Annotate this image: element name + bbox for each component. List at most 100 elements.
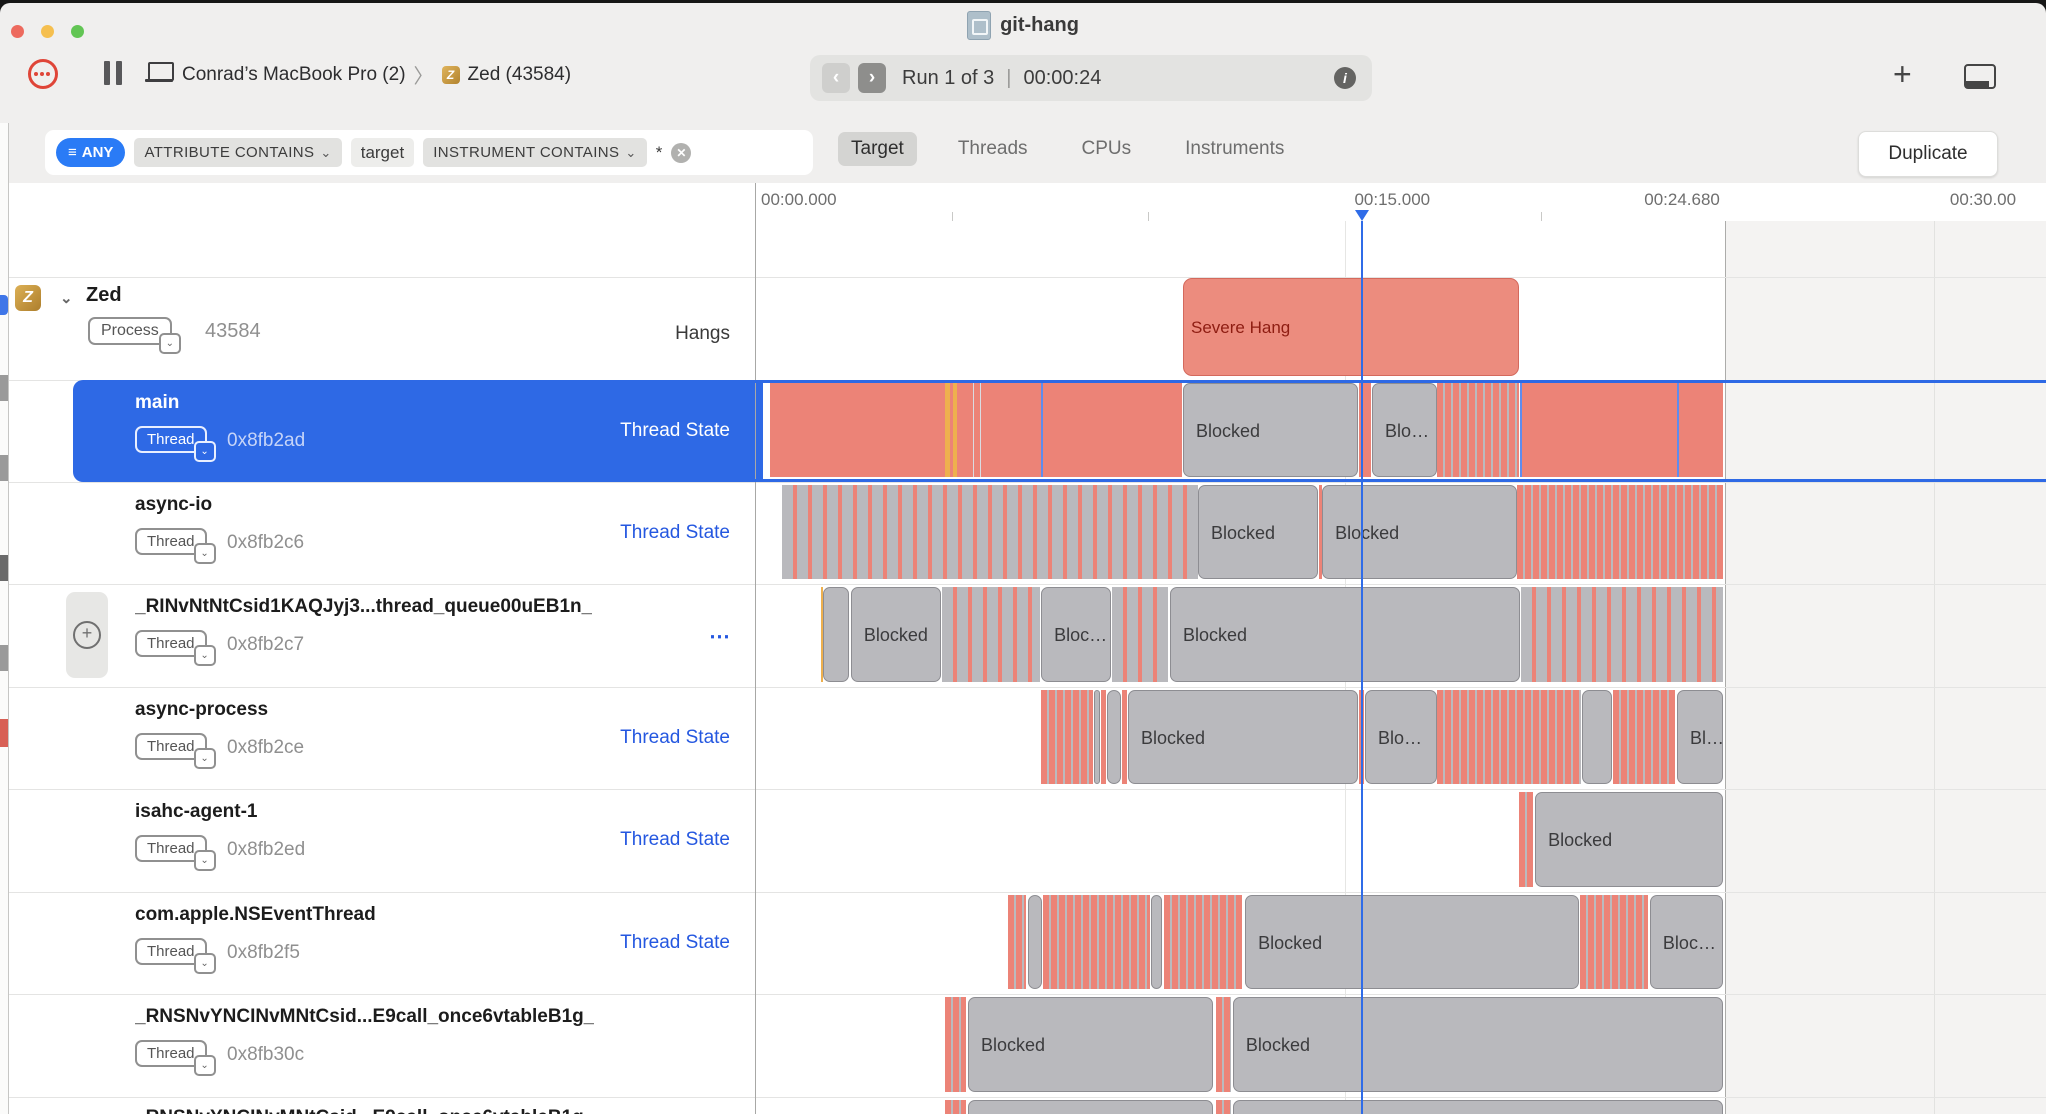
blocked-segment[interactable] bbox=[1094, 690, 1100, 784]
toggle-bottom-panel-icon[interactable] bbox=[1964, 64, 1996, 89]
mixed-state-segment[interactable] bbox=[942, 587, 1040, 682]
blocked-segment[interactable]: Blocked bbox=[1245, 895, 1579, 989]
track-timeline[interactable] bbox=[755, 1097, 2046, 1114]
thread-track-header[interactable]: _RNSNvYNCINvMNtCsid...E9call_once6vtable… bbox=[8, 994, 755, 1097]
chevron-down-icon[interactable]: ⌄ bbox=[194, 953, 216, 974]
running-segment[interactable] bbox=[1101, 690, 1106, 784]
blocked-segment[interactable] bbox=[1107, 690, 1121, 784]
playhead-handle-icon[interactable] bbox=[1355, 210, 1369, 221]
thread-track-header[interactable]: mainThread⌄0x8fb2adThread State bbox=[8, 380, 755, 482]
running-striped-segment[interactable] bbox=[1164, 895, 1243, 989]
thread-kind-pill[interactable]: Thread⌄ bbox=[135, 938, 207, 965]
pause-button[interactable] bbox=[104, 61, 122, 85]
device-name[interactable]: Conrad’s MacBook Pro (2) bbox=[182, 64, 406, 86]
thread-kind-pill[interactable]: Thread⌄ bbox=[135, 733, 207, 760]
blocked-segment[interactable] bbox=[823, 587, 849, 682]
running-striped-segment[interactable] bbox=[1580, 895, 1648, 989]
info-icon[interactable]: i bbox=[1334, 67, 1356, 89]
process-track-header[interactable]: Z⌄ZedProcess⌄43584Hangs bbox=[8, 277, 755, 380]
running-segment[interactable] bbox=[957, 383, 972, 477]
tab-target[interactable]: Target bbox=[838, 132, 917, 166]
running-striped-segment[interactable] bbox=[945, 1100, 966, 1114]
track-detail-link[interactable]: Thread State bbox=[620, 829, 730, 851]
tab-cpus[interactable]: CPUs bbox=[1069, 132, 1145, 166]
blocked-segment[interactable] bbox=[1582, 690, 1612, 784]
mixed-state-segment[interactable] bbox=[1112, 587, 1168, 682]
blocked-segment[interactable]: Blocked bbox=[851, 587, 941, 682]
running-segment[interactable] bbox=[770, 383, 945, 477]
blocked-segment[interactable]: Blocked bbox=[1198, 485, 1318, 579]
process-name[interactable]: Zed (43584) bbox=[468, 64, 572, 86]
thread-track-header[interactable]: com.apple.NSEventThreadThread⌄0x8fb2f5Th… bbox=[8, 892, 755, 994]
track-detail-link[interactable]: Thread State bbox=[620, 932, 730, 954]
running-striped-segment[interactable] bbox=[1043, 895, 1150, 989]
next-run-button[interactable]: › bbox=[858, 63, 886, 93]
blocked-segment[interactable] bbox=[1028, 895, 1042, 989]
add-track-button[interactable]: + bbox=[66, 592, 108, 678]
running-segment[interactable] bbox=[1522, 383, 1677, 477]
process-kind-pill[interactable]: Process⌄ bbox=[88, 317, 172, 345]
blocked-segment[interactable]: Blo… bbox=[1372, 383, 1437, 477]
mixed-state-segment[interactable] bbox=[782, 485, 1198, 579]
blocked-segment[interactable] bbox=[1233, 1100, 1723, 1114]
chevron-down-icon[interactable]: ⌄ bbox=[194, 441, 216, 462]
more-ellipsis-button[interactable]: ⋯ bbox=[709, 624, 730, 649]
track-detail-link[interactable]: Thread State bbox=[620, 727, 730, 749]
chevron-down-icon[interactable]: ⌄ bbox=[194, 1055, 216, 1076]
blocked-segment[interactable] bbox=[968, 1100, 1213, 1114]
blocked-segment[interactable]: Bloc… bbox=[1041, 587, 1111, 682]
chevron-down-icon[interactable]: ⌄ bbox=[194, 543, 216, 564]
attribute-contains-token[interactable]: ATTRIBUTE CONTAINS ⌄ bbox=[134, 138, 341, 167]
add-instrument-button[interactable]: + bbox=[1893, 56, 1912, 93]
timeline-ruler[interactable]: 00:00.00000:15.00000:24.68000:30.00 bbox=[0, 183, 2046, 222]
running-segment[interactable] bbox=[1043, 383, 1182, 477]
running-striped-segment[interactable] bbox=[1008, 895, 1026, 989]
filter-field[interactable]: ≡ ANY ATTRIBUTE CONTAINS ⌄ target INSTRU… bbox=[45, 130, 813, 175]
chevron-down-icon[interactable]: ⌄ bbox=[159, 333, 181, 354]
thread-kind-pill[interactable]: Thread⌄ bbox=[135, 1040, 207, 1067]
playhead-line[interactable] bbox=[1361, 221, 1363, 1114]
blocked-segment[interactable]: Blocked bbox=[1128, 690, 1358, 784]
blocked-segment[interactable]: Blocked bbox=[1233, 997, 1723, 1092]
running-striped-segment[interactable] bbox=[1519, 792, 1533, 887]
match-any-pill[interactable]: ≡ ANY bbox=[56, 138, 125, 167]
severe-hang-interval[interactable]: Severe Hang bbox=[1183, 278, 1519, 376]
blocked-segment[interactable]: Blo… bbox=[1365, 690, 1437, 784]
thread-kind-pill[interactable]: Thread⌄ bbox=[135, 630, 207, 657]
blocked-segment[interactable]: Bl… bbox=[1677, 690, 1723, 784]
track-timeline[interactable]: Blocked Bloc… Blocked bbox=[755, 584, 2046, 687]
thread-track-header[interactable]: _RNSNvYNCINvMNtCsid...E9call_once6vtable… bbox=[8, 1097, 755, 1114]
disclosure-chevron-icon[interactable]: ⌄ bbox=[60, 289, 73, 307]
running-striped-segment[interactable] bbox=[1517, 485, 1723, 579]
blocked-segment[interactable]: Blocked bbox=[1535, 792, 1723, 887]
tab-threads[interactable]: Threads bbox=[945, 132, 1041, 166]
mixed-state-segment[interactable] bbox=[1521, 587, 1723, 682]
tab-instruments[interactable]: Instruments bbox=[1172, 132, 1297, 166]
track-timeline[interactable]: BlockedBloc… bbox=[755, 892, 2046, 994]
running-striped-segment[interactable] bbox=[1437, 690, 1581, 784]
track-timeline[interactable]: Severe Hang bbox=[755, 277, 2046, 380]
track-timeline[interactable]: BlockedBlocked bbox=[755, 994, 2046, 1097]
chevron-down-icon[interactable]: ⌄ bbox=[194, 645, 216, 666]
thread-kind-pill[interactable]: Thread⌄ bbox=[135, 528, 207, 555]
running-striped-segment[interactable] bbox=[1041, 690, 1093, 784]
target-breadcrumb[interactable]: Conrad’s MacBook Pro (2) 〉 Z Zed (43584) bbox=[182, 60, 571, 89]
wildcard-token[interactable]: * bbox=[656, 143, 663, 163]
thread-kind-pill[interactable]: Thread⌄ bbox=[135, 426, 207, 453]
running-striped-segment[interactable] bbox=[1613, 690, 1675, 784]
thread-track-header[interactable]: isahc-agent-1Thread⌄0x8fb2edThread State bbox=[8, 789, 755, 892]
track-timeline[interactable]: BlockedBlo… Bl… bbox=[755, 687, 2046, 789]
track-detail-link[interactable]: Thread State bbox=[620, 522, 730, 544]
clear-filter-icon[interactable]: ✕ bbox=[671, 143, 691, 163]
running-segment[interactable] bbox=[1679, 383, 1723, 477]
panel-divider[interactable] bbox=[755, 183, 756, 1114]
filter-value-token[interactable]: target bbox=[351, 138, 414, 167]
track-detail-link[interactable]: Thread State bbox=[620, 420, 730, 442]
thread-track-header[interactable]: async-ioThread⌄0x8fb2c6Thread State bbox=[8, 482, 755, 584]
running-striped-segment[interactable] bbox=[945, 997, 966, 1092]
previous-run-button[interactable]: ‹ bbox=[822, 63, 850, 93]
blocked-segment[interactable]: Blocked bbox=[1170, 587, 1520, 682]
chevron-down-icon[interactable]: ⌄ bbox=[194, 850, 216, 871]
thread-track-header[interactable]: +_RINvNtNtCsid1KAQJyj3...thread_queue00u… bbox=[8, 584, 755, 687]
blocked-segment[interactable] bbox=[1151, 895, 1162, 989]
